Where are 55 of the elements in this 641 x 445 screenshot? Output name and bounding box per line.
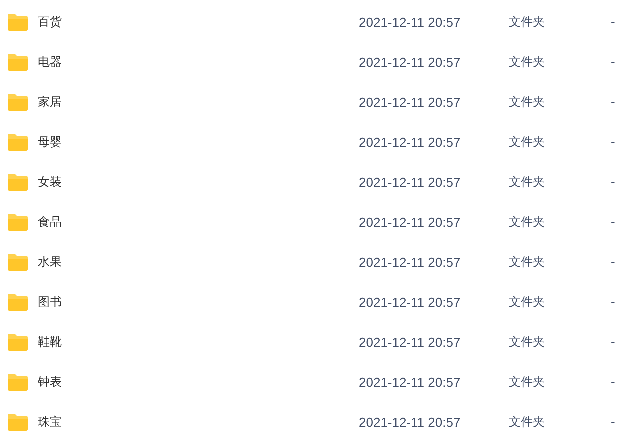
folder-icon (8, 134, 28, 150)
file-name[interactable]: 鞋靴 (38, 334, 359, 350)
file-size: - (611, 415, 616, 429)
file-name[interactable]: 家居 (38, 94, 359, 110)
file-type: 文件夹 (509, 294, 546, 310)
folder-icon (8, 54, 28, 70)
file-size: - (611, 335, 616, 349)
modified-date: 2021-12-11 20:57 (359, 54, 462, 70)
folder-icon (8, 334, 28, 350)
file-type: 文件夹 (509, 254, 546, 270)
modified-date: 2021-12-11 20:57 (359, 414, 462, 430)
file-type: 文件夹 (509, 214, 546, 230)
file-type: 文件夹 (509, 174, 546, 190)
modified-date: 2021-12-11 20:57 (359, 214, 462, 230)
modified-date: 2021-12-11 20:57 (359, 254, 462, 270)
file-type: 文件夹 (509, 134, 546, 150)
file-name[interactable]: 图书 (38, 294, 359, 310)
file-name[interactable]: 百货 (38, 14, 359, 30)
folder-icon (8, 254, 28, 270)
file-type: 文件夹 (509, 414, 546, 430)
modified-date: 2021-12-11 20:57 (359, 374, 462, 390)
file-name[interactable]: 珠宝 (38, 414, 359, 430)
folder-icon (8, 294, 28, 310)
modified-date: 2021-12-11 20:57 (359, 134, 462, 150)
file-type: 文件夹 (509, 14, 546, 30)
file-type: 文件夹 (509, 54, 546, 70)
file-type: 文件夹 (509, 94, 546, 110)
file-size: - (611, 255, 616, 269)
folder-icon (8, 214, 28, 230)
modified-date: 2021-12-11 20:57 (359, 94, 462, 110)
file-name[interactable]: 水果 (38, 254, 359, 270)
modified-date: 2021-12-11 20:57 (359, 14, 462, 30)
file-size: - (611, 215, 616, 229)
folder-icon (8, 14, 28, 30)
file-name[interactable]: 钟表 (38, 374, 359, 390)
file-size: - (611, 295, 616, 309)
file-size: - (611, 15, 616, 29)
file-size: - (611, 375, 616, 389)
file-name[interactable]: 电器 (38, 54, 359, 70)
file-type: 文件夹 (509, 334, 546, 350)
folder-icon (8, 94, 28, 110)
file-size: - (611, 95, 616, 109)
file-size: - (611, 175, 616, 189)
folder-icon (8, 374, 28, 390)
folder-icon (8, 174, 28, 190)
file-name[interactable]: 母婴 (38, 134, 359, 150)
file-type: 文件夹 (509, 374, 546, 390)
file-name[interactable]: 食品 (38, 214, 359, 230)
modified-date: 2021-12-11 20:57 (359, 294, 462, 310)
modified-date: 2021-12-11 20:57 (359, 334, 462, 350)
modified-date: 2021-12-11 20:57 (359, 174, 462, 190)
file-name[interactable]: 女装 (38, 174, 359, 190)
file-size: - (611, 55, 616, 69)
folder-icon (8, 414, 28, 430)
file-size: - (611, 135, 616, 149)
